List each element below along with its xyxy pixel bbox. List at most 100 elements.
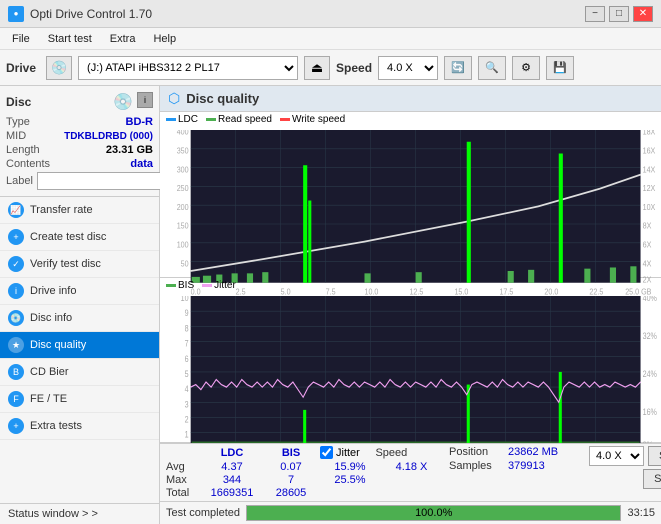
- avg-bis: 0.07: [266, 461, 316, 473]
- ldc-legend-write: Write speed: [280, 114, 345, 125]
- drive-browse-icon[interactable]: 💿: [46, 56, 72, 80]
- nav-label-verify-test-disc: Verify test disc: [30, 258, 101, 270]
- stats-header-bis: BIS: [266, 447, 316, 459]
- contents-value: data: [130, 158, 153, 170]
- nav-label-cd-bier: CD Bier: [30, 366, 69, 378]
- sidebar: Disc 💿 i Type BD-R MID TDKBLDRBD (000) L…: [0, 86, 160, 524]
- stats-max-row: Max 344 7 25.5%: [166, 474, 439, 486]
- status-window-button[interactable]: Status window > >: [0, 503, 159, 524]
- mid-value: TDKBLDRBD (000): [64, 131, 153, 142]
- label-input[interactable]: [37, 172, 175, 190]
- nav-label-transfer-rate: Transfer rate: [30, 204, 93, 216]
- bis-chart-svg: 10 9 8 7 6 5 4 3 2 1 40% 32% 24% 16% 8%: [160, 296, 661, 444]
- jitter-checkbox[interactable]: [320, 446, 333, 459]
- svg-text:250: 250: [177, 184, 189, 194]
- speed-label: Speed: [336, 61, 372, 75]
- refresh-icon[interactable]: 🔄: [444, 56, 472, 80]
- sidebar-item-extra-tests[interactable]: + Extra tests: [0, 413, 159, 440]
- stats-total-row: Total 1669351 28605: [166, 487, 439, 499]
- speed-select[interactable]: 4.0 X 2.0 X 8.0 X: [378, 56, 438, 80]
- sidebar-item-fe-te[interactable]: F FE / TE: [0, 386, 159, 413]
- svg-text:8: 8: [185, 323, 189, 333]
- total-label: Total: [166, 487, 198, 499]
- menu-extra[interactable]: Extra: [102, 31, 144, 47]
- bis-color-dot: [166, 284, 176, 287]
- speed-select-stats[interactable]: 4.0 X: [589, 446, 644, 466]
- status-text: Test completed: [166, 507, 240, 519]
- bis-legend-jitter: Jitter: [202, 280, 236, 291]
- svg-text:2: 2: [185, 414, 189, 424]
- drive-eject-button[interactable]: ⏏: [304, 56, 330, 80]
- samples-row: Samples 379913: [449, 460, 579, 472]
- avg-speed: 4.18 X: [384, 461, 439, 473]
- ldc-legend-read: Read speed: [206, 114, 272, 125]
- svg-text:4X: 4X: [643, 259, 652, 269]
- drive-select[interactable]: (J:) ATAPI iHBS312 2 PL17: [78, 56, 298, 80]
- total-bis: 28605: [266, 487, 316, 499]
- window-controls: − □ ✕: [585, 6, 653, 22]
- length-value: 23.31 GB: [106, 144, 153, 156]
- bis-chart-container: BIS Jitter: [160, 278, 661, 444]
- save-icon[interactable]: 💾: [546, 56, 574, 80]
- progress-row: Test completed 100.0% 33:15: [160, 501, 661, 524]
- jitter-checkbox-wrap: Jitter: [320, 446, 360, 459]
- svg-text:400: 400: [177, 130, 189, 137]
- app-icon: ●: [8, 6, 24, 22]
- start-part-button[interactable]: Start part: [643, 469, 661, 489]
- status-window-label: Status window > >: [8, 508, 98, 520]
- jitter-color-dot: [202, 284, 212, 287]
- svg-text:32%: 32%: [643, 331, 657, 341]
- nav-label-disc-info: Disc info: [30, 312, 72, 324]
- menu-starttest[interactable]: Start test: [40, 31, 100, 47]
- sidebar-item-create-test-disc[interactable]: + Create test disc: [0, 224, 159, 251]
- minimize-button[interactable]: −: [585, 6, 605, 22]
- svg-text:14X: 14X: [643, 165, 656, 175]
- sidebar-item-drive-info[interactable]: i Drive info: [0, 278, 159, 305]
- close-button[interactable]: ✕: [633, 6, 653, 22]
- right-stats: Position 23862 MB Samples 379913: [449, 446, 579, 472]
- progress-time: 33:15: [627, 507, 655, 519]
- start-full-button[interactable]: Start full: [648, 446, 661, 466]
- ldc-legend-ldc: LDC: [166, 114, 198, 125]
- drive-info-icon: i: [8, 283, 24, 299]
- disc-info-icon: 💿: [8, 310, 24, 326]
- menubar: File Start test Extra Help: [0, 28, 661, 50]
- disc-quality-title: Disc quality: [186, 91, 259, 106]
- samples-label: Samples: [449, 460, 504, 472]
- sidebar-item-disc-quality[interactable]: ★ Disc quality: [0, 332, 159, 359]
- maximize-button[interactable]: □: [609, 6, 629, 22]
- max-label: Max: [166, 474, 198, 486]
- action-buttons: 4.0 X Start full Start part: [589, 446, 661, 489]
- sidebar-item-cd-bier[interactable]: B CD Bier: [0, 359, 159, 386]
- bis-legend: BIS Jitter: [160, 278, 661, 293]
- type-label: Type: [6, 116, 30, 128]
- ldc-legend-label-read: Read speed: [218, 114, 272, 125]
- menu-help[interactable]: Help: [145, 31, 184, 47]
- max-bis: 7: [266, 474, 316, 486]
- samples-value: 379913: [508, 460, 545, 472]
- settings-icon[interactable]: ⚙: [512, 56, 540, 80]
- charts-area: LDC Read speed Write speed: [160, 112, 661, 443]
- avg-ldc: 4.37: [202, 461, 262, 473]
- drivebar: Drive 💿 (J:) ATAPI iHBS312 2 PL17 ⏏ Spee…: [0, 50, 661, 86]
- svg-text:10X: 10X: [643, 202, 656, 212]
- svg-text:4: 4: [185, 384, 189, 394]
- avg-jitter: 15.9%: [320, 461, 380, 473]
- disc-icon: 💿: [113, 92, 133, 112]
- sidebar-item-verify-test-disc[interactable]: ✓ Verify test disc: [0, 251, 159, 278]
- menu-file[interactable]: File: [4, 31, 38, 47]
- sidebar-item-disc-info[interactable]: 💿 Disc info: [0, 305, 159, 332]
- svg-text:3: 3: [185, 399, 189, 409]
- disc-scan-icon[interactable]: 🔍: [478, 56, 506, 80]
- nav-label-drive-info: Drive info: [30, 285, 76, 297]
- position-value: 23862 MB: [508, 446, 558, 458]
- svg-text:100: 100: [177, 240, 189, 250]
- svg-text:16%: 16%: [643, 407, 657, 417]
- svg-text:6: 6: [185, 354, 189, 364]
- write-color-dot: [280, 118, 290, 121]
- svg-text:6X: 6X: [643, 240, 652, 250]
- sidebar-item-transfer-rate[interactable]: 📈 Transfer rate: [0, 197, 159, 224]
- svg-text:40%: 40%: [643, 296, 657, 303]
- progress-bar: 100.0%: [246, 505, 621, 521]
- disc-info-button[interactable]: i: [137, 92, 153, 108]
